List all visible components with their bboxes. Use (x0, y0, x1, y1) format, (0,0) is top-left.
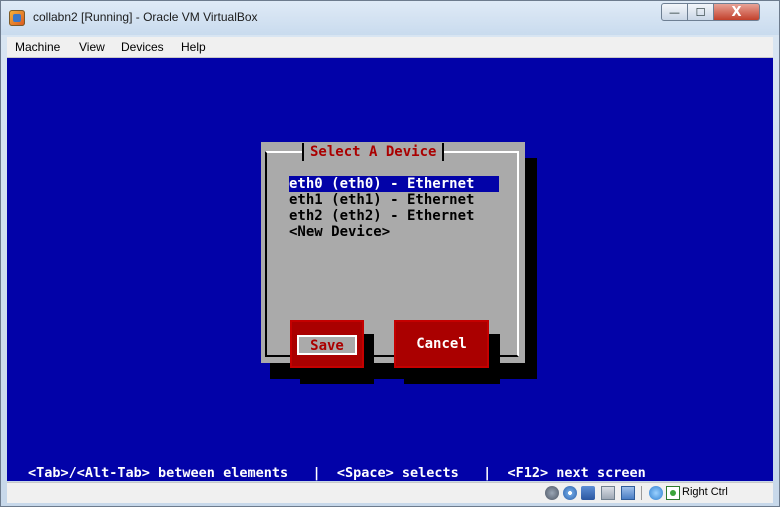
device-item-new[interactable]: <New Device> (289, 224, 499, 240)
dialog-title-box: Select A Device (302, 143, 445, 161)
close-button[interactable]: X (714, 3, 760, 21)
menu-bar: Machine View Devices Help (7, 37, 773, 58)
menu-help[interactable]: Help (181, 40, 206, 54)
status-bar: Right Ctrl (7, 482, 773, 503)
shared-folders-icon[interactable] (621, 486, 635, 500)
device-list[interactable]: eth0 (eth0) - Ethernet eth1 (eth1) - Eth… (289, 176, 499, 240)
cancel-button[interactable]: Cancel (394, 320, 489, 368)
menu-devices[interactable]: Devices (121, 40, 164, 54)
device-item-eth0[interactable]: eth0 (eth0) - Ethernet (289, 176, 499, 192)
maximize-button[interactable]: ☐ (688, 3, 714, 21)
select-device-dialog: Select A Device eth0 (eth0) - Ethernet e… (261, 142, 525, 384)
minimize-button[interactable]: — (661, 3, 688, 21)
close-icon: X (731, 4, 742, 20)
vm-help-line: <Tab>/<Alt-Tab> between elements | <Spac… (28, 465, 646, 481)
dialog-title: Select A Device (310, 144, 437, 160)
device-item-eth1[interactable]: eth1 (eth1) - Ethernet (289, 192, 499, 208)
window-title: collabn2 [Running] - Oracle VM VirtualBo… (33, 10, 258, 24)
status-separator (641, 486, 642, 500)
keyboard-capture-icon[interactable] (666, 486, 680, 500)
host-key-label: Right Ctrl (682, 486, 728, 498)
optical-drive-icon[interactable] (563, 486, 577, 500)
minimize-icon: — (669, 5, 680, 19)
save-button[interactable]: Save (290, 320, 364, 368)
menu-view[interactable]: View (79, 40, 105, 54)
virtualbox-app-icon (9, 10, 25, 26)
hard-disk-icon[interactable] (545, 486, 559, 500)
network-icon[interactable] (581, 486, 595, 500)
menu-machine[interactable]: Machine (15, 40, 60, 54)
maximize-icon: ☐ (695, 5, 706, 19)
mouse-integration-icon[interactable] (649, 486, 663, 500)
cancel-button-label: Cancel (416, 336, 467, 352)
virtualbox-window: collabn2 [Running] - Oracle VM VirtualBo… (0, 0, 780, 507)
title-bar[interactable]: collabn2 [Running] - Oracle VM VirtualBo… (1, 1, 779, 35)
vm-display[interactable]: Select A Device eth0 (eth0) - Ethernet e… (7, 58, 773, 481)
save-button-label: Save (297, 335, 357, 355)
device-item-eth2[interactable]: eth2 (eth2) - Ethernet (289, 208, 499, 224)
usb-icon[interactable] (601, 486, 615, 500)
